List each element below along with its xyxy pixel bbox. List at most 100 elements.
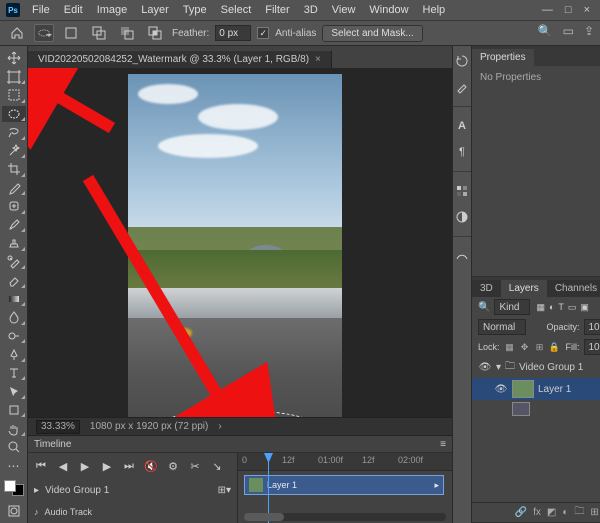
transition-button[interactable]: ↘ bbox=[210, 460, 224, 473]
zoom-tool[interactable] bbox=[2, 439, 26, 456]
layer-row[interactable]: 👁 Layer 1 bbox=[472, 378, 600, 400]
lock-pixels-icon[interactable]: ▦ bbox=[504, 341, 516, 353]
lock-position-icon[interactable]: ✥ bbox=[519, 341, 531, 353]
chevron-down-icon[interactable]: ▸ bbox=[34, 485, 39, 496]
lasso-tool[interactable] bbox=[2, 124, 26, 141]
pen-tool[interactable] bbox=[2, 346, 26, 363]
document-tab[interactable]: VID20220502084252_Watermark @ 33.3% (Lay… bbox=[28, 50, 332, 68]
color-swatches[interactable] bbox=[4, 480, 24, 497]
prev-frame-button[interactable]: ◀ bbox=[56, 460, 70, 473]
window-close[interactable]: × bbox=[584, 4, 590, 16]
window-minimize[interactable]: — bbox=[542, 4, 553, 16]
spot-heal-tool[interactable] bbox=[2, 198, 26, 215]
blur-tool[interactable] bbox=[2, 309, 26, 326]
layer-mask-icon[interactable]: ◩ bbox=[547, 507, 556, 518]
document-canvas[interactable]: Ultimate Watermark bbox=[128, 74, 342, 417]
antialias-checkbox[interactable]: ✓ bbox=[257, 27, 269, 39]
brush-settings-icon[interactable] bbox=[453, 78, 471, 96]
timeline-clip[interactable]: Layer 1 ▸ bbox=[244, 475, 444, 495]
last-frame-button[interactable]: ⏭ bbox=[122, 460, 136, 473]
timeline-audio-row[interactable]: ♪ Audio Track bbox=[28, 501, 237, 523]
menu-edit[interactable]: Edit bbox=[58, 2, 89, 18]
zoom-field[interactable]: 33.33% bbox=[36, 420, 80, 434]
type-tool[interactable] bbox=[2, 365, 26, 382]
filter-pixel-icon[interactable]: ▦ bbox=[536, 302, 545, 313]
properties-tab[interactable]: Properties bbox=[472, 49, 534, 66]
move-tool[interactable] bbox=[2, 50, 26, 67]
crop-tool[interactable] bbox=[2, 161, 26, 178]
filter-smart-icon[interactable]: ▣ bbox=[580, 302, 589, 313]
mute-button[interactable]: 🔇 bbox=[144, 460, 158, 473]
quick-mask-toggle[interactable] bbox=[2, 502, 26, 519]
status-caret-icon[interactable]: › bbox=[218, 421, 221, 432]
eyedropper-tool[interactable] bbox=[2, 180, 26, 197]
fill-input[interactable]: 100% bbox=[584, 339, 600, 355]
styles-panel-icon[interactable] bbox=[453, 247, 471, 265]
hand-tool[interactable] bbox=[2, 420, 26, 437]
new-group-icon[interactable]: 🗀 bbox=[574, 504, 584, 521]
history-brush-tool[interactable] bbox=[2, 254, 26, 271]
menu-3d[interactable]: 3D bbox=[298, 2, 324, 18]
active-tool-preview[interactable] bbox=[34, 24, 54, 42]
3d-tab[interactable]: 3D bbox=[472, 280, 501, 297]
workspace-icon[interactable]: ▭ bbox=[563, 24, 574, 38]
selection-intersect-icon[interactable] bbox=[144, 23, 166, 43]
selection-new-icon[interactable] bbox=[60, 23, 82, 43]
character-panel-icon[interactable]: A bbox=[453, 117, 471, 135]
timeline-track-group[interactable]: ▸ Video Group 1 ⊞▾ bbox=[28, 479, 237, 501]
menu-view[interactable]: View bbox=[326, 2, 362, 18]
menu-image[interactable]: Image bbox=[91, 2, 134, 18]
magic-wand-tool[interactable] bbox=[2, 143, 26, 160]
eraser-tool[interactable] bbox=[2, 272, 26, 289]
layer-thumbnail[interactable] bbox=[512, 380, 534, 398]
history-panel-icon[interactable] bbox=[453, 52, 471, 70]
layer-group-row[interactable]: 👁 ▾ 🗀 Video Group 1 bbox=[472, 357, 600, 378]
search-icon[interactable]: 🔍 bbox=[538, 24, 553, 38]
window-maximize[interactable]: □ bbox=[565, 4, 572, 16]
play-button[interactable]: ▶ bbox=[78, 460, 92, 473]
filter-search-icon[interactable]: 🔍 bbox=[478, 302, 490, 313]
layer-fx-icon[interactable]: fx bbox=[533, 507, 541, 518]
selection-subtract-icon[interactable] bbox=[116, 23, 138, 43]
select-and-mask-button[interactable]: Select and Mask... bbox=[322, 25, 422, 42]
swatches-panel-icon[interactable] bbox=[453, 182, 471, 200]
dodge-tool[interactable] bbox=[2, 328, 26, 345]
layer-name[interactable]: Layer 1 bbox=[538, 384, 571, 395]
new-layer-icon[interactable]: ⊞ bbox=[590, 507, 598, 518]
first-frame-button[interactable]: ⏮ bbox=[34, 460, 48, 473]
elliptical-marquee-tool[interactable] bbox=[2, 106, 26, 123]
shape-tool[interactable] bbox=[2, 402, 26, 419]
filter-kind-select[interactable]: Kind bbox=[494, 299, 530, 315]
menu-type[interactable]: Type bbox=[177, 2, 213, 18]
channels-tab[interactable]: Channels bbox=[547, 280, 600, 297]
feather-input[interactable]: 0 px bbox=[215, 25, 251, 41]
lock-artboard-icon[interactable]: ⊞ bbox=[534, 341, 546, 353]
menu-window[interactable]: Window bbox=[363, 2, 414, 18]
home-icon[interactable] bbox=[6, 23, 28, 43]
split-clip-button[interactable]: ✂ bbox=[188, 460, 202, 473]
artboard-tool[interactable] bbox=[2, 69, 26, 86]
add-media-icon[interactable]: ⊞▾ bbox=[218, 485, 231, 496]
layers-tab[interactable]: Layers bbox=[501, 280, 547, 297]
new-adjustment-icon[interactable]: ◐ bbox=[562, 507, 568, 518]
timeline-scrollbar[interactable] bbox=[244, 513, 446, 521]
panel-menu-icon[interactable]: ≡ bbox=[440, 439, 446, 450]
brush-tool[interactable] bbox=[2, 217, 26, 234]
paragraph-panel-icon[interactable]: ¶ bbox=[453, 143, 471, 161]
filter-adjust-icon[interactable]: ◐ bbox=[549, 302, 554, 312]
chevron-down-icon[interactable]: ▾ bbox=[496, 362, 501, 373]
adjustments-panel-icon[interactable] bbox=[453, 208, 471, 226]
lock-all-icon[interactable]: 🔒 bbox=[549, 341, 561, 353]
canvas-area[interactable]: Ultimate Watermark bbox=[28, 68, 452, 417]
menu-help[interactable]: Help bbox=[417, 2, 452, 18]
gradient-tool[interactable] bbox=[2, 291, 26, 308]
opacity-input[interactable]: 100% bbox=[584, 319, 600, 335]
timeline-settings-icon[interactable]: ⚙ bbox=[166, 460, 180, 473]
clone-stamp-tool[interactable] bbox=[2, 235, 26, 252]
next-frame-button[interactable]: ▶ bbox=[100, 460, 114, 473]
visibility-toggle[interactable]: 👁 bbox=[494, 384, 508, 395]
menu-layer[interactable]: Layer bbox=[135, 2, 175, 18]
menu-select[interactable]: Select bbox=[215, 2, 258, 18]
selection-add-icon[interactable] bbox=[88, 23, 110, 43]
clip-menu-icon[interactable]: ▸ bbox=[434, 480, 439, 491]
